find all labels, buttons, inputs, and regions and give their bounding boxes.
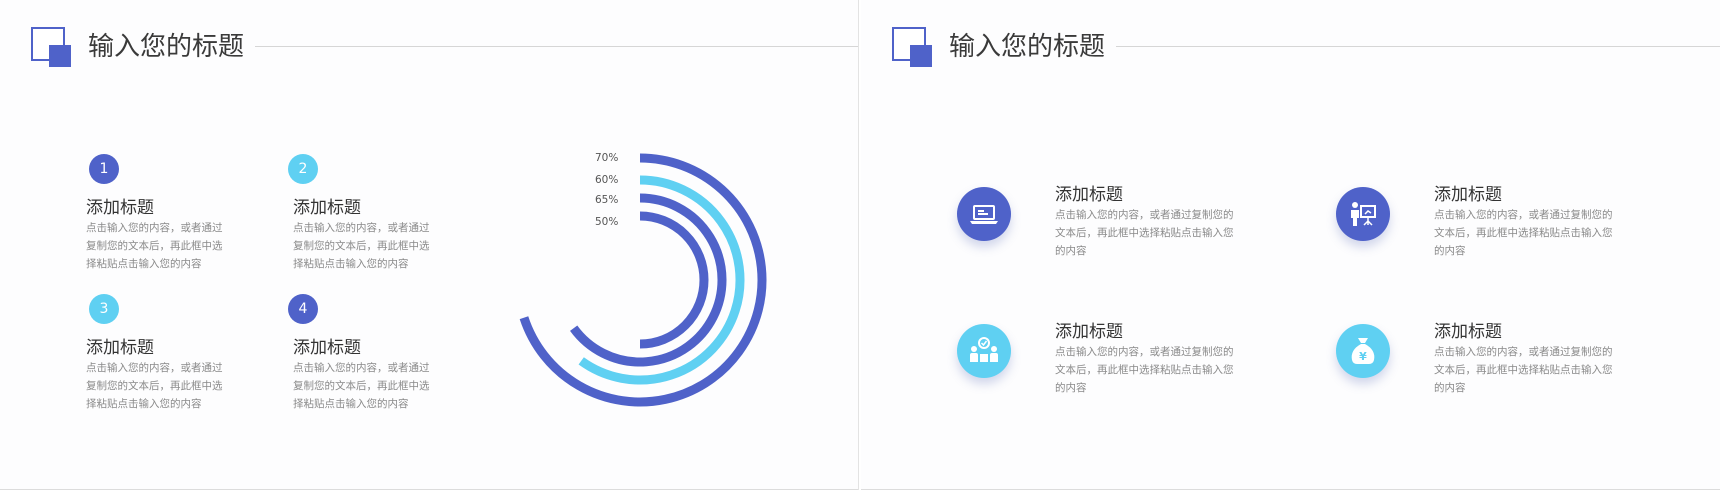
item-heading: 添加标题 xyxy=(86,198,154,218)
chart-arc-50 xyxy=(639,211,709,349)
item-text: 点击输入您的内容，或者通过复制您的文本后，再此框中选择粘贴点击输入您的内容 xyxy=(293,362,430,410)
team-icon xyxy=(957,324,1011,378)
item-heading: 添加标题 xyxy=(1434,185,1502,205)
money-bag-icon: ¥ xyxy=(1336,324,1390,378)
item-number-badge: 3 xyxy=(89,294,119,324)
item-heading: 添加标题 xyxy=(293,338,361,358)
item-heading: 添加标题 xyxy=(293,198,361,218)
presentation-icon xyxy=(1336,187,1390,241)
item-heading: 添加标题 xyxy=(1055,322,1123,342)
item-number-badge: 1 xyxy=(89,154,119,184)
page-title: 输入您的标题 xyxy=(949,32,1106,62)
radial-bar-chart xyxy=(519,153,767,407)
item-text: 点击输入您的内容，或者通过复制您的文本后，再此框中选择粘贴点击输入您的内容 xyxy=(1434,209,1613,257)
item-text: 点击输入您的内容，或者通过复制您的文本后，再此框中选择粘贴点击输入您的内容 xyxy=(86,222,223,270)
item-text: 点击输入您的内容，或者通过复制您的文本后，再此框中选择粘贴点击输入您的内容 xyxy=(86,362,223,410)
logo-squares-icon xyxy=(892,27,932,67)
item-heading: 添加标题 xyxy=(1434,322,1502,342)
slide-1: 输入您的标题 1 添加标题 点击输入您的内容，或者通过 复制您的文本后，再此框中选… xyxy=(0,0,859,490)
item-number-badge: 4 xyxy=(288,294,318,324)
laptop-icon xyxy=(957,187,1011,241)
page-title: 输入您的标题 xyxy=(88,32,245,62)
item-text: 点击输入您的内容，或者通过复制您的文本后，再此框中选择粘贴点击输入您的内容 xyxy=(1434,346,1613,394)
title-divider xyxy=(1116,46,1720,47)
item-text: 点击输入您的内容，或者通过复制您的文本后，再此框中选择粘贴点击输入您的内容 xyxy=(1055,209,1234,257)
item-text: 点击输入您的内容，或者通过复制您的文本后，再此框中选择粘贴点击输入您的内容 xyxy=(293,222,430,270)
item-heading: 添加标题 xyxy=(1055,185,1123,205)
title-divider xyxy=(255,46,858,47)
item-number-badge: 2 xyxy=(288,154,318,184)
item-text: 点击输入您的内容，或者通过复制您的文本后，再此框中选择粘贴点击输入您的内容 xyxy=(1055,346,1234,394)
item-heading: 添加标题 xyxy=(86,338,154,358)
logo-squares-icon xyxy=(31,27,71,67)
slide-2: 输入您的标题 添加标题 点击输入您的内容，或者通过复制您的 文本后，再此框中选择粘… xyxy=(861,0,1720,490)
svg-text:¥: ¥ xyxy=(1359,350,1367,363)
